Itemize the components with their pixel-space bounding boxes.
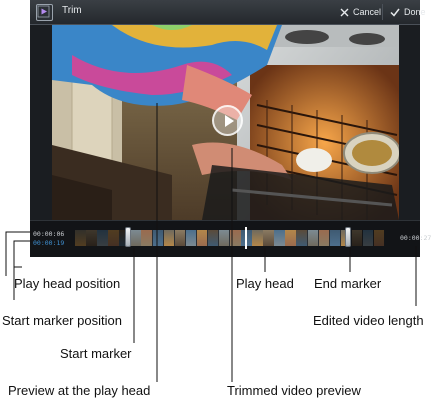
callout-end-marker: End marker (314, 276, 382, 291)
callout-trimmed-video-preview: Trimmed video preview (227, 383, 361, 398)
callout-play-head: Play head (236, 276, 294, 291)
callout-lines (5, 103, 417, 382)
callout-edited-video-length: Edited video length (313, 313, 424, 328)
callout-preview-at-play-head: Preview at the play head (8, 383, 151, 398)
callout-start-marker: Start marker (60, 346, 132, 361)
callout-start-marker-position: Start marker position (2, 313, 122, 328)
callout-play-head-position: Play head position (14, 276, 121, 291)
callout-line-play-head-position (5, 231, 32, 276)
callout-line-start-marker-position-join (13, 240, 32, 268)
